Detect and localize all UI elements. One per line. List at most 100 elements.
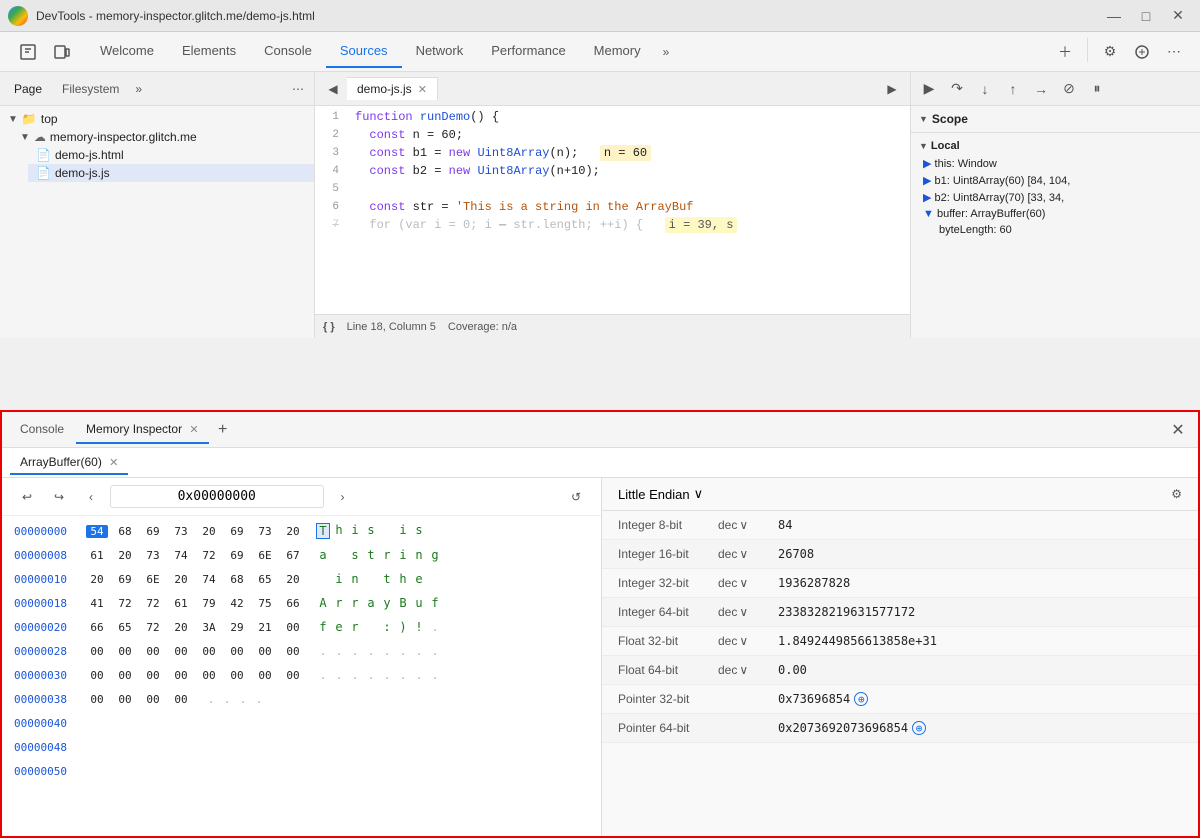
mem-byte-0-3[interactable]: 73 bbox=[170, 525, 192, 538]
bottom-tab-memory-inspector[interactable]: Memory Inspector ✕ bbox=[76, 416, 209, 444]
refresh-button[interactable]: ↺ bbox=[563, 484, 589, 510]
code-line-6: 6 const str = 'This is a string in the A… bbox=[315, 200, 910, 218]
scope-item-0: ▶ this: Window bbox=[911, 155, 1200, 172]
code-tab-back[interactable]: ◀ bbox=[319, 75, 347, 103]
add-bottom-tab-button[interactable]: + bbox=[211, 418, 235, 442]
close-button[interactable]: ✕ bbox=[1164, 6, 1192, 26]
redo-button[interactable]: ↪ bbox=[46, 484, 72, 510]
scope-local-arrow: ▼ bbox=[919, 141, 928, 151]
tab-welcome[interactable]: Welcome bbox=[86, 35, 168, 68]
tab-sources[interactable]: Sources bbox=[326, 35, 402, 68]
address-input[interactable] bbox=[110, 485, 324, 508]
sidebar-tab-filesystem[interactable]: Filesystem bbox=[52, 76, 129, 102]
mem-byte-0-2[interactable]: 69 bbox=[142, 525, 164, 538]
tree-domain[interactable]: ▼ ☁ memory-inspector.glitch.me bbox=[12, 128, 314, 146]
mem-byte-0-5[interactable]: 69 bbox=[226, 525, 248, 538]
value-settings-icon[interactable]: ⚙ bbox=[1171, 487, 1182, 501]
device-icon[interactable] bbox=[46, 36, 78, 68]
deactivate-breakpoints-icon[interactable]: ⊘ bbox=[1055, 75, 1083, 103]
mem-row-7: 00000038 00 00 00 00 . . . . bbox=[14, 688, 589, 710]
mem-chars-4: f e r : ) ! . bbox=[316, 620, 442, 634]
code-line-7: 7 for (var i = 0; i — str.length; ++i) {… bbox=[315, 218, 910, 236]
ptr32-follow-icon[interactable]: ⊕ bbox=[854, 692, 868, 706]
close-bottom-panel-button[interactable]: ✕ bbox=[1166, 418, 1190, 442]
mem-char-0-5: i bbox=[396, 523, 410, 539]
next-address-button[interactable]: › bbox=[330, 484, 356, 510]
tree-arrow-domain: ▼ bbox=[20, 132, 30, 143]
val-format-int64[interactable]: dec∨ bbox=[718, 605, 778, 619]
mem-byte-0-0[interactable]: 54 bbox=[86, 525, 108, 538]
val-format-float64[interactable]: dec∨ bbox=[718, 663, 778, 677]
minimize-button[interactable]: — bbox=[1100, 6, 1128, 26]
step-over-button[interactable]: ↷ bbox=[943, 75, 971, 103]
tab-memory[interactable]: Memory bbox=[580, 35, 655, 68]
mem-byte-1-7[interactable]: 67 bbox=[282, 549, 304, 562]
customize-icon[interactable]: ⋯ bbox=[1160, 38, 1188, 66]
step-button[interactable]: → bbox=[1027, 75, 1055, 103]
mem-byte-1-4[interactable]: 72 bbox=[198, 549, 220, 562]
mem-byte-1-3[interactable]: 74 bbox=[170, 549, 192, 562]
code-tab-js[interactable]: demo-js.js ✕ bbox=[347, 77, 438, 100]
settings-icon[interactable]: ⚙ bbox=[1096, 38, 1124, 66]
val-value-int32: 1936287828 bbox=[778, 576, 1182, 590]
maximize-button[interactable]: □ bbox=[1132, 6, 1160, 26]
code-line-1: 1 function runDemo() { bbox=[315, 110, 910, 128]
sidebar-tab-page[interactable]: Page bbox=[4, 76, 52, 102]
tree-arrow-top: ▼ bbox=[8, 114, 18, 125]
memory-table: 00000000 54 68 69 73 20 69 73 20 T bbox=[2, 516, 601, 836]
pause-exceptions-icon[interactable]: ⏸ bbox=[1083, 75, 1111, 103]
mem-byte-1-6[interactable]: 6E bbox=[254, 549, 276, 562]
mem-byte-1-1[interactable]: 20 bbox=[114, 549, 136, 562]
inspect-icon[interactable] bbox=[12, 36, 44, 68]
tab-performance[interactable]: Performance bbox=[477, 35, 579, 68]
undo-button[interactable]: ↩ bbox=[14, 484, 40, 510]
tree-file-html[interactable]: 📄 demo-js.html bbox=[28, 146, 314, 164]
val-row-int16: Integer 16-bit dec∨ 26708 bbox=[602, 540, 1198, 569]
mem-char-0-1: h bbox=[332, 523, 346, 539]
memory-nav: ↩ ↪ ‹ › ↺ bbox=[2, 478, 601, 516]
tab-network[interactable]: Network bbox=[402, 35, 478, 68]
bottom-tab-console[interactable]: Console bbox=[10, 416, 74, 444]
memory-inspector-tab-close[interactable]: ✕ bbox=[189, 424, 198, 436]
arraybuffer-tab-close[interactable]: ✕ bbox=[109, 457, 118, 469]
sidebar-tabs-more[interactable]: » bbox=[129, 78, 148, 100]
mem-byte-0-6[interactable]: 73 bbox=[254, 525, 276, 538]
mem-byte-1-5[interactable]: 69 bbox=[226, 549, 248, 562]
mem-byte-0-4[interactable]: 20 bbox=[198, 525, 220, 538]
mem-byte-0-1[interactable]: 68 bbox=[114, 525, 136, 538]
val-row-float64: Float 64-bit dec∨ 0.00 bbox=[602, 656, 1198, 685]
tab-elements[interactable]: Elements bbox=[168, 35, 250, 68]
val-format-int32[interactable]: dec∨ bbox=[718, 576, 778, 590]
tree-file-js[interactable]: 📄 demo-js.js bbox=[28, 164, 314, 182]
code-tab-close[interactable]: ✕ bbox=[418, 83, 427, 96]
endian-chevron: ∨ bbox=[694, 486, 704, 502]
sidebar-options[interactable]: ⋯ bbox=[286, 78, 310, 100]
step-into-button[interactable]: ↓ bbox=[971, 75, 999, 103]
val-type-float32: Float 32-bit bbox=[618, 634, 718, 648]
code-tab-fwd[interactable]: ▶ bbox=[878, 75, 906, 103]
mem-byte-1-2[interactable]: 73 bbox=[142, 549, 164, 562]
add-tab-icon[interactable]: ＋ bbox=[1051, 38, 1079, 66]
bottom-sub-tabs: ArrayBuffer(60) ✕ bbox=[2, 448, 1198, 478]
val-value-int8: 84 bbox=[778, 518, 1182, 532]
titlebar: DevTools - memory-inspector.glitch.me/de… bbox=[0, 0, 1200, 32]
prev-address-button[interactable]: ‹ bbox=[78, 484, 104, 510]
val-format-int16[interactable]: dec∨ bbox=[718, 547, 778, 561]
endian-selector[interactable]: Little Endian ∨ bbox=[618, 486, 703, 502]
mem-byte-1-0[interactable]: 61 bbox=[86, 549, 108, 562]
mem-byte-0-7[interactable]: 20 bbox=[282, 525, 304, 538]
step-out-button[interactable]: ↑ bbox=[999, 75, 1027, 103]
arraybuffer-tab[interactable]: ArrayBuffer(60) ✕ bbox=[10, 451, 128, 475]
more-tabs-button[interactable]: » bbox=[655, 41, 678, 63]
remote-devices-icon[interactable] bbox=[1128, 38, 1156, 66]
val-format-float32[interactable]: dec∨ bbox=[718, 634, 778, 648]
resume-button[interactable]: ▶ bbox=[915, 75, 943, 103]
window-controls: — □ ✕ bbox=[1100, 6, 1192, 26]
tree-top[interactable]: ▼ 📁 top bbox=[0, 110, 314, 128]
mem-char-0-0: T bbox=[316, 523, 330, 539]
val-format-int8[interactable]: dec∨ bbox=[718, 518, 778, 532]
tab-console[interactable]: Console bbox=[250, 35, 326, 68]
scope-item-3: ▼ buffer: ArrayBuffer(60) bbox=[911, 206, 1200, 222]
ptr64-follow-icon[interactable]: ⊕ bbox=[912, 721, 926, 735]
val-value-ptr32: 0x73696854 ⊕ bbox=[778, 692, 1182, 706]
